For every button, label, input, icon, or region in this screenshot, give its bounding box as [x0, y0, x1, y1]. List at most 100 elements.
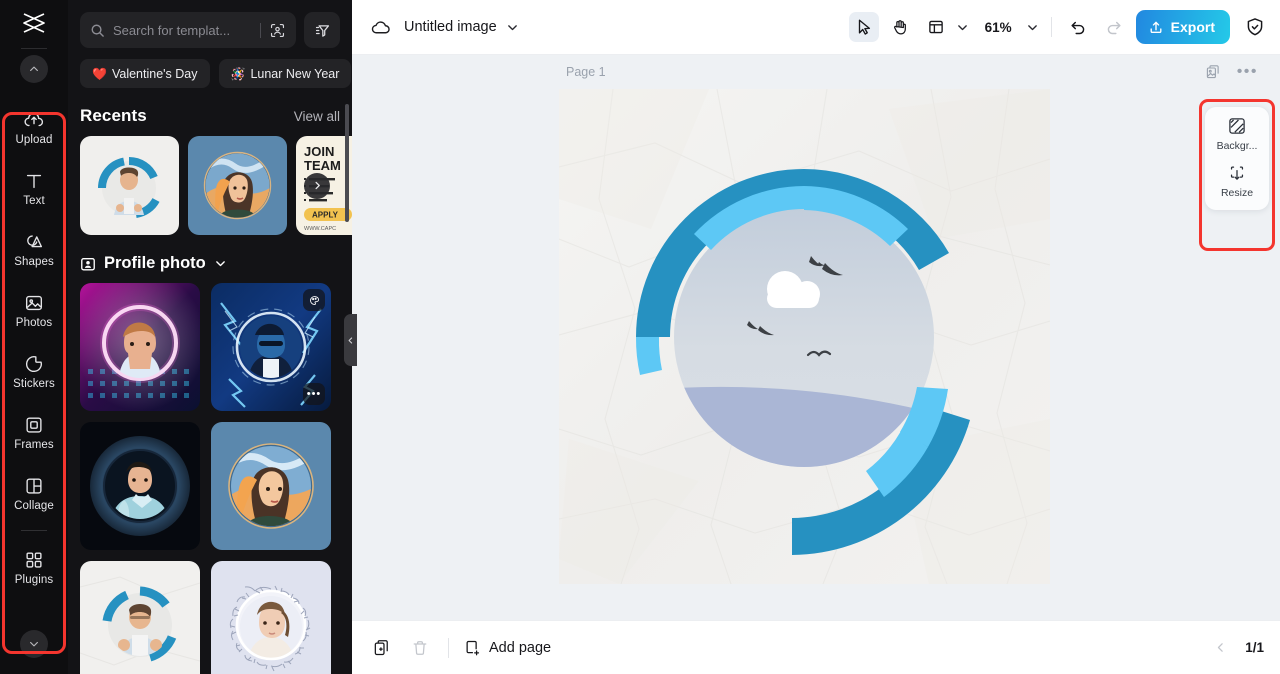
- list-item[interactable]: •••: [211, 283, 331, 411]
- search-row: [80, 12, 340, 48]
- face-search-icon[interactable]: [269, 22, 286, 39]
- app-logo[interactable]: [0, 0, 68, 46]
- shield-check-icon[interactable]: [1244, 16, 1266, 38]
- template-panel: ❤️ Valentine's Day 🪅 Lunar New Year Rece…: [68, 0, 352, 674]
- resize-label: Resize: [1220, 187, 1254, 199]
- sidebar-item-label: Plugins: [14, 573, 54, 586]
- page-indicator: 1/1: [1245, 640, 1264, 655]
- select-tool-button[interactable]: [848, 12, 879, 42]
- bottom-divider: [448, 637, 449, 658]
- search-box[interactable]: [80, 12, 296, 48]
- rail-scroll-down-button[interactable]: [20, 630, 48, 658]
- svg-text:APPLY: APPLY: [312, 211, 339, 220]
- duplicate-page-icon[interactable]: [1205, 64, 1221, 80]
- list-item[interactable]: [80, 561, 200, 674]
- text-icon: [26, 174, 42, 188]
- more-horizontal-icon[interactable]: •••: [1237, 64, 1258, 80]
- background-icon: [1229, 118, 1245, 134]
- collage-icon: [26, 478, 42, 494]
- template-thumbnail: [211, 561, 331, 674]
- heart-icon: ❤️: [92, 66, 107, 81]
- list-item[interactable]: [188, 136, 287, 235]
- zoom-control[interactable]: 61%: [983, 20, 1039, 35]
- sidebar-item-label: Stickers: [13, 377, 55, 390]
- chip-lunar-new-year[interactable]: 🪅 Lunar New Year: [218, 59, 352, 88]
- canvas-area[interactable]: Page 1 ••• Backgr... Resize: [352, 55, 1280, 620]
- template-thumbnail: [188, 136, 287, 235]
- recents-carousel: JOIN TEAM APPLY WWW.CAPC: [68, 136, 352, 235]
- svg-text:WWW.CAPC: WWW.CAPC: [304, 226, 336, 232]
- sidebar-item-shapes[interactable]: Shapes: [0, 219, 68, 280]
- duplicate-page-button[interactable]: [368, 634, 396, 662]
- palette-icon: [309, 295, 319, 305]
- sidebar-item-plugins[interactable]: Plugins: [0, 537, 68, 598]
- list-item[interactable]: [80, 422, 200, 550]
- artboard[interactable]: [559, 89, 1050, 584]
- canvas-artwork: [559, 89, 1050, 584]
- chevron-up-icon: [30, 66, 38, 72]
- list-item[interactable]: [80, 136, 179, 235]
- hand-tool-button[interactable]: [885, 12, 915, 42]
- list-item[interactable]: [211, 422, 331, 550]
- resize-tool-button[interactable]: Resize: [1209, 163, 1265, 199]
- sidebar-item-stickers[interactable]: Stickers: [0, 341, 68, 402]
- page-bar: Page 1 •••: [352, 55, 1280, 89]
- template-thumbnail: [80, 422, 200, 550]
- hand-icon: [893, 20, 906, 35]
- chevron-down-icon[interactable]: [214, 257, 227, 270]
- image-icon: [25, 295, 43, 310]
- redo-button[interactable]: [1100, 13, 1128, 41]
- firecracker-icon: 🪅: [230, 66, 246, 81]
- sidebar-item-photos[interactable]: Photos: [0, 280, 68, 341]
- chevron-down-icon[interactable]: [506, 21, 519, 34]
- profile-photo-icon: [81, 257, 95, 270]
- list-item[interactable]: [211, 561, 331, 674]
- more-badge[interactable]: •••: [303, 383, 325, 405]
- left-rail: Upload Text Shapes Photos Stickers Frame…: [0, 0, 68, 674]
- rail-divider-top: [21, 48, 47, 49]
- palette-badge[interactable]: [303, 289, 325, 311]
- chip-valentines-day[interactable]: ❤️ Valentine's Day: [80, 59, 210, 88]
- layout-chevron-down-icon[interactable]: [956, 21, 969, 34]
- svg-text:TEAM: TEAM: [304, 158, 341, 173]
- sidebar-item-collage[interactable]: Collage: [0, 463, 68, 524]
- carousel-next-button[interactable]: [304, 172, 330, 199]
- export-button[interactable]: Export: [1135, 10, 1230, 44]
- list-item[interactable]: [80, 283, 200, 411]
- view-all-link[interactable]: View all: [294, 109, 340, 124]
- svg-text:JOIN: JOIN: [304, 144, 334, 159]
- background-tool-button[interactable]: Backgr...: [1209, 116, 1265, 152]
- frame-icon: [26, 417, 42, 433]
- capcut-logo-icon: [23, 13, 45, 33]
- upload-cloud-icon: [24, 112, 44, 126]
- right-tools-panel: Backgr... Resize: [1205, 107, 1269, 210]
- panel-collapse-handle[interactable]: [344, 314, 357, 366]
- sidebar-item-label: Collage: [14, 499, 54, 512]
- sidebar-item-frames[interactable]: Frames: [0, 402, 68, 463]
- cloud-saved-icon[interactable]: [370, 17, 391, 38]
- layout-tool-button[interactable]: [921, 12, 951, 42]
- template-thumbnail: [80, 561, 200, 674]
- sidebar-item-label: Upload: [15, 133, 53, 146]
- add-page-button[interactable]: Add page: [463, 639, 551, 657]
- search-icon: [91, 24, 104, 37]
- category-header[interactable]: Profile photo: [68, 254, 352, 273]
- shapes-icon: [27, 235, 43, 248]
- document-title[interactable]: Untitled image: [404, 19, 497, 35]
- zoom-chevron-down-icon[interactable]: [1026, 21, 1039, 34]
- panel-scrollbar[interactable]: [345, 104, 349, 222]
- sidebar-item-text[interactable]: Text: [0, 158, 68, 219]
- sidebar-item-upload[interactable]: Upload: [0, 97, 68, 158]
- undo-icon: [1071, 21, 1084, 35]
- category-title: Profile photo: [104, 254, 206, 272]
- delete-page-button[interactable]: [406, 634, 434, 662]
- filter-button[interactable]: [304, 12, 340, 48]
- sticker-icon: [25, 355, 42, 372]
- rail-scroll-up-button[interactable]: [20, 55, 48, 83]
- search-input[interactable]: [113, 22, 252, 38]
- undo-button[interactable]: [1064, 13, 1092, 41]
- zoom-level-value: 61%: [984, 19, 1012, 35]
- prev-page-button[interactable]: [1209, 637, 1231, 659]
- add-page-icon: [466, 640, 480, 655]
- editor-area: Untitled image 61% Export Page 1 ••• Bac…: [352, 0, 1280, 674]
